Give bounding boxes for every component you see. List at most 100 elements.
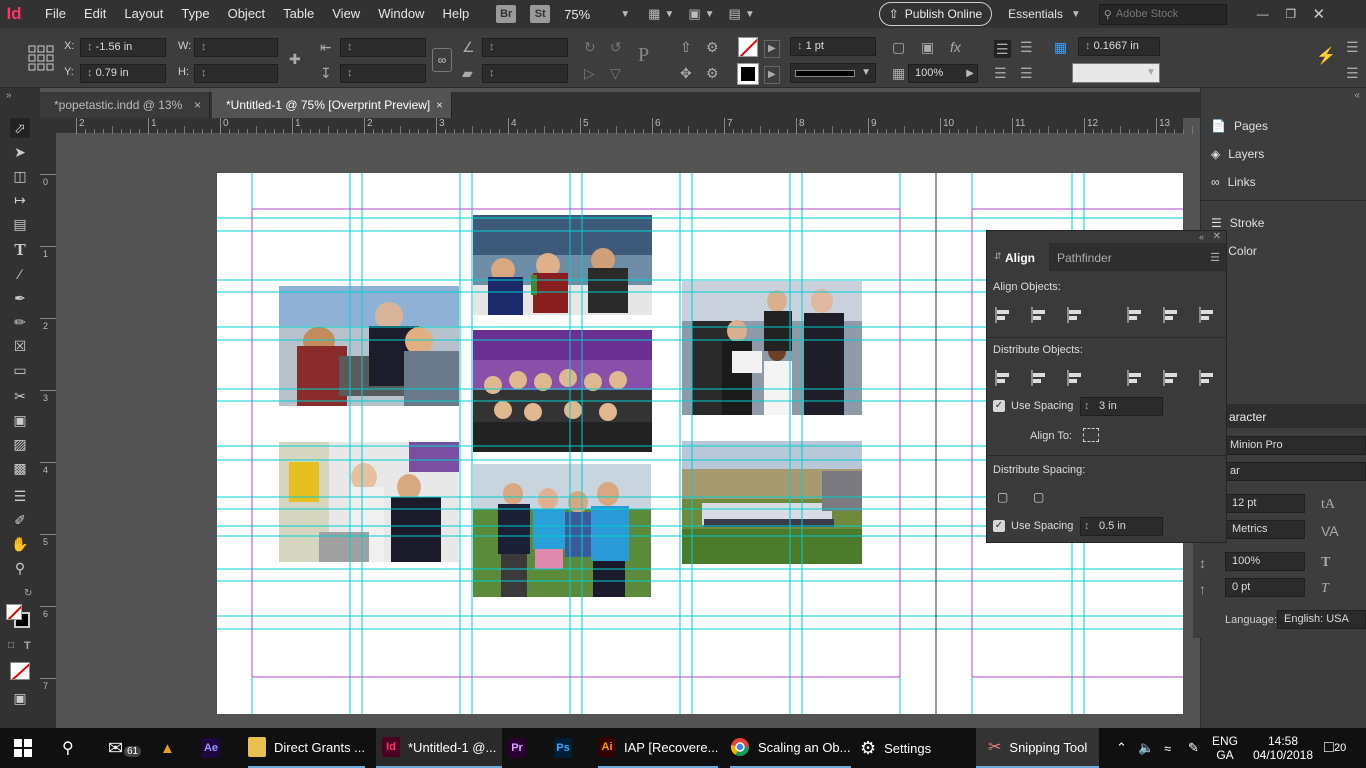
panel-pages[interactable]: 📄 Pages — [1211, 112, 1268, 140]
workspace-switcher[interactable]: Essentials — [1008, 7, 1063, 21]
page-tool-icon[interactable]: ◫ — [10, 166, 30, 186]
opacity-field[interactable]: 100% ▶ — [908, 64, 978, 83]
font-family-field[interactable]: Minion Pro — [1223, 436, 1366, 455]
taskbar-settings[interactable]: ⚙ Settings — [860, 728, 931, 768]
taskbar-photoshop[interactable]: Ps — [554, 728, 572, 768]
start-button[interactable] — [14, 728, 32, 768]
rotate-ccw-icon[interactable]: ↺ — [610, 40, 622, 54]
format-text-icon[interactable]: T — [24, 640, 31, 652]
panel-menu-icon[interactable]: ☰ — [1210, 251, 1220, 264]
taskbar-app-pin[interactable]: ▲ — [160, 728, 175, 768]
link-scale-icon[interactable]: ∞ — [432, 48, 452, 72]
menu-window[interactable]: Window — [369, 0, 433, 28]
taskbar-mail[interactable]: ✉ 61 — [108, 728, 142, 768]
x-field[interactable]: ↕ -1.56 in — [80, 38, 166, 57]
distribute-bottom-edges-icon[interactable] — [1067, 370, 1085, 386]
scale-y-field[interactable]: ↕ — [340, 64, 426, 83]
bridge-button[interactable]: Br — [496, 5, 517, 23]
scale-x-field[interactable]: ↕ — [340, 38, 426, 57]
reference-point-icon[interactable] — [28, 45, 54, 71]
horizontal-ruler[interactable]: 2 1 0 1 2 3 4 5 6 7 8 9 10 11 12 13 — [56, 118, 1220, 134]
restore-button[interactable]: ❐ — [1277, 7, 1305, 21]
pen-tool-icon[interactable]: ✒ — [10, 288, 30, 308]
workspace-dropdown-icon[interactable]: ▼ — [1071, 9, 1081, 20]
select-content-icon[interactable]: ✥ — [680, 66, 692, 80]
gutter-field[interactable]: ↕ 0.1667 in — [1078, 37, 1160, 56]
taskbar-direct-grants[interactable]: Direct Grants ... — [248, 728, 366, 768]
collapse-panel-icon[interactable]: « — [1199, 232, 1204, 242]
menu-layout[interactable]: Layout — [115, 0, 172, 28]
network-button[interactable]: ≈ — [1164, 728, 1171, 768]
line-tool-icon[interactable]: ∕ — [10, 264, 30, 284]
gradient-swatch-tool-icon[interactable]: ▨ — [10, 434, 30, 454]
stroke-type-field[interactable]: ▼ — [790, 63, 876, 83]
align-bottom-edges-icon[interactable] — [1199, 307, 1217, 323]
rotate-cw-icon[interactable]: ↻ — [584, 40, 596, 54]
publish-online-button[interactable]: ⇧ Publish Online — [878, 2, 993, 26]
rotate-field[interactable]: ↕ — [482, 38, 568, 57]
view-options-dropdown-icon[interactable]: ▼ — [705, 9, 715, 20]
use-spacing-checkbox-2[interactable]: ✓ — [993, 520, 1005, 532]
language-field[interactable]: English: USA — [1277, 610, 1366, 629]
select-container-icon[interactable]: ⇧ — [680, 40, 692, 54]
stroke-dropdown-icon[interactable]: ▶ — [764, 66, 780, 84]
vertical-ruler[interactable]: 0 1 2 3 4 5 6 7 — [40, 134, 56, 728]
distribute-space-horizontal-icon[interactable]: ▢ — [1033, 490, 1049, 506]
hand-tool-icon[interactable]: ✋ — [10, 534, 30, 554]
control-panel-options-icon[interactable]: ☰ — [1346, 66, 1359, 80]
taskbar-indesign[interactable]: Id *Untitled-1 @... — [376, 728, 503, 768]
menu-object[interactable]: Object — [219, 0, 275, 28]
baseline-shift-field[interactable]: 0 pt — [1225, 578, 1305, 597]
y-field[interactable]: ↕ 0.79 in — [80, 64, 166, 83]
w-field[interactable]: ↕ — [194, 38, 278, 57]
align-top-edges-icon[interactable] — [1127, 307, 1145, 323]
fill-swatch[interactable] — [738, 37, 758, 57]
close-icon[interactable]: × — [194, 92, 201, 118]
screen-mode-dropdown-icon[interactable]: ▼ — [664, 9, 674, 20]
gradient-feather-tool-icon[interactable]: ▩ — [10, 458, 30, 478]
stroke-weight-field[interactable]: ↕ 1 pt — [790, 37, 876, 56]
pencil-tool-icon[interactable]: ✏ — [10, 312, 30, 332]
fill-stroke-swatch[interactable] — [6, 604, 34, 632]
taskbar-chrome[interactable]: Scaling an Ob... — [730, 728, 851, 768]
stock-button[interactable]: St — [530, 5, 551, 23]
rectangle-frame-tool-icon[interactable]: ☒ — [10, 336, 30, 356]
distribute-left-edges-icon[interactable] — [1127, 370, 1145, 386]
collapse-toolbar-icon[interactable]: » — [6, 90, 12, 101]
volume-button[interactable]: 🔈 — [1138, 728, 1154, 768]
format-container-icon[interactable]: □ — [8, 640, 14, 651]
distribute-vertical-centers-icon[interactable] — [1031, 370, 1049, 386]
stroke-type-dropdown-icon[interactable]: ▼ — [861, 67, 871, 78]
zoom-level[interactable]: 75% — [564, 7, 620, 22]
align-left-edges-icon[interactable] — [995, 307, 1013, 323]
align-to-selection-icon[interactable] — [1083, 428, 1099, 442]
free-transform-tool-icon[interactable]: ▣ — [10, 410, 30, 430]
align-vertical-centers-icon[interactable] — [1163, 307, 1181, 323]
menu-view[interactable]: View — [323, 0, 369, 28]
spacing-field-1[interactable]: ↕ 3 in — [1080, 397, 1163, 416]
select-previous-icon[interactable]: ⚙ — [706, 40, 719, 54]
taskbar-premiere[interactable]: Pr — [508, 728, 526, 768]
vertical-scale-field[interactable]: 100% — [1225, 552, 1305, 571]
flip-h-icon[interactable]: ▷ — [584, 66, 595, 80]
content-collector-icon[interactable]: ▤ — [10, 214, 30, 234]
use-spacing-checkbox-1[interactable]: ✓ — [993, 400, 1005, 412]
auto-fit-icon[interactable]: ▦ — [1054, 40, 1067, 54]
align-horizontal-centers-icon[interactable] — [1031, 307, 1049, 323]
minimize-button[interactable]: — — [1249, 7, 1277, 21]
panel-links[interactable]: ∞ Links — [1211, 168, 1256, 196]
shear-field[interactable]: ↕ — [482, 64, 568, 83]
view-options-icon[interactable]: ▣ — [688, 6, 700, 22]
distribute-horizontal-centers-icon[interactable] — [1163, 370, 1181, 386]
menu-help[interactable]: Help — [433, 0, 478, 28]
constrain-proportions-icon[interactable]: ✚ — [289, 52, 301, 66]
selection-tool-icon[interactable]: ⬀ — [10, 118, 30, 138]
effects-icon[interactable]: fx — [950, 40, 961, 54]
tab-align[interactable]: ⇵ Align — [987, 243, 1049, 271]
tab-popetastic[interactable]: *popetastic.indd @ 13% × — [40, 92, 210, 118]
text-path-icon[interactable]: P — [638, 45, 649, 65]
language-indicator[interactable]: ENG GA — [1212, 728, 1238, 768]
zoom-tool-icon[interactable]: ⚲ — [10, 558, 30, 578]
scissors-tool-icon[interactable]: ✂ — [10, 386, 30, 406]
action-center-button[interactable]: □ 20 — [1324, 728, 1347, 768]
